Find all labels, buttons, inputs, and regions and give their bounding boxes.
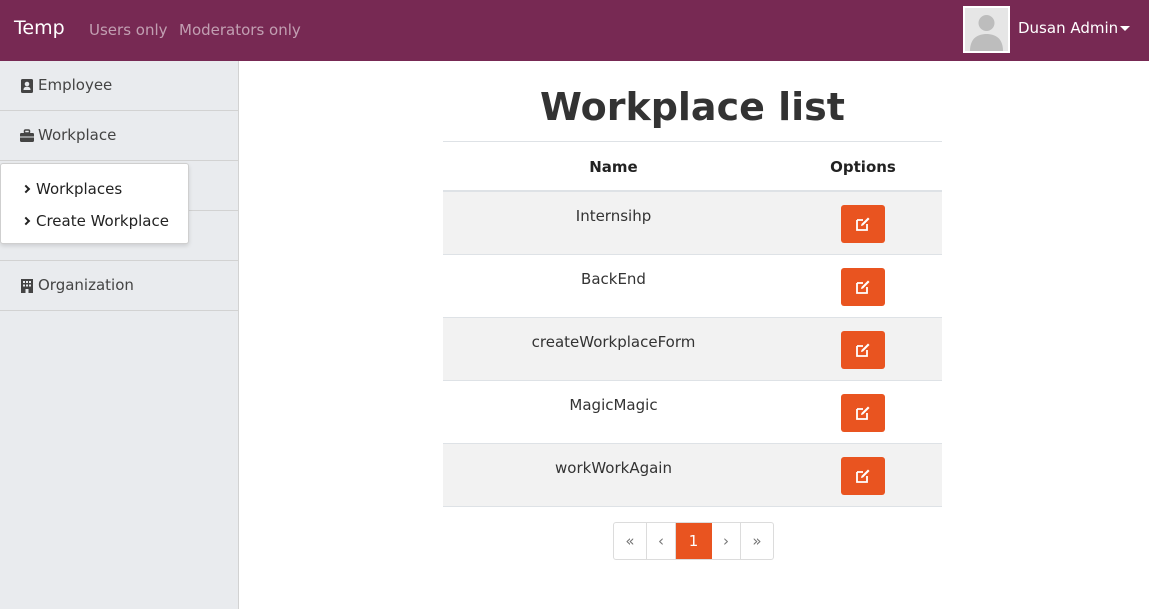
sidebar-item-label: Workplace: [38, 126, 117, 144]
workplace-name: Internsihp: [575, 207, 652, 225]
sidebar-item-label: Organization: [38, 276, 134, 294]
page-current-button[interactable]: 1: [676, 523, 712, 559]
edit-icon: [856, 280, 870, 294]
edit-icon: [856, 217, 870, 231]
page-last-button[interactable]: »: [741, 523, 773, 559]
sidebar-item-organization[interactable]: Organization: [0, 261, 238, 311]
edit-button[interactable]: [841, 205, 885, 243]
edit-button[interactable]: [841, 394, 885, 432]
building-icon: [21, 279, 33, 293]
sidebar: Employee Workplace Organization: [0, 61, 239, 609]
edit-icon: [856, 406, 870, 420]
workplace-name: workWorkAgain: [555, 459, 672, 477]
table-row: Internsihp: [443, 192, 942, 255]
edit-icon: [856, 469, 870, 483]
table-row: BackEnd: [443, 255, 942, 318]
table-header: Name Options: [443, 142, 942, 192]
caret-down-icon[interactable]: [1120, 26, 1130, 31]
edit-button[interactable]: [841, 268, 885, 306]
menu-item-label: Create Workplace: [36, 212, 169, 230]
briefcase-icon: [20, 129, 34, 142]
workplace-table: Name Options Internsihp BackEnd createWo…: [443, 141, 942, 507]
page-prev-button[interactable]: ‹: [647, 523, 676, 559]
menu-item-create-workplace[interactable]: Create Workplace: [21, 212, 169, 230]
table-row: createWorkplaceForm: [443, 318, 942, 381]
sidebar-item-employee[interactable]: Employee: [0, 61, 238, 111]
workplace-name: BackEnd: [581, 270, 646, 288]
sidebar-item-label: Employee: [38, 76, 113, 94]
pagination: « ‹ 1 › »: [613, 522, 774, 560]
chevron-right-icon: [21, 216, 31, 226]
avatar[interactable]: [963, 6, 1010, 53]
workplace-name: createWorkplaceForm: [531, 333, 696, 351]
address-card-icon: [21, 79, 33, 93]
menu-item-workplaces[interactable]: Workplaces: [21, 180, 123, 198]
table-row: workWorkAgain: [443, 444, 942, 507]
table-row: MagicMagic: [443, 381, 942, 444]
chevron-right-icon: [21, 184, 31, 194]
sidebar-item-workplace[interactable]: Workplace: [0, 111, 238, 161]
top-navbar: Temp Users only Moderators only Dusan Ad…: [0, 0, 1149, 61]
user-menu-toggle[interactable]: Dusan Admin: [1018, 19, 1118, 37]
user-silhouette-icon: [965, 8, 1008, 51]
nav-users-only[interactable]: Users only: [89, 21, 168, 39]
page-title: Workplace list: [540, 85, 845, 129]
edit-button[interactable]: [841, 457, 885, 495]
page-first-button[interactable]: «: [614, 523, 647, 559]
page-next-button[interactable]: ›: [712, 523, 741, 559]
workplace-name: MagicMagic: [569, 396, 658, 414]
menu-item-label: Workplaces: [36, 180, 123, 198]
edit-icon: [856, 343, 870, 357]
column-header-name: Name: [589, 158, 638, 176]
nav-moderators-only[interactable]: Moderators only: [179, 21, 301, 39]
edit-button[interactable]: [841, 331, 885, 369]
workplace-dropdown-menu: Workplaces Create Workplace: [0, 163, 189, 244]
brand-link[interactable]: Temp: [14, 17, 65, 39]
column-header-options: Options: [830, 158, 896, 176]
